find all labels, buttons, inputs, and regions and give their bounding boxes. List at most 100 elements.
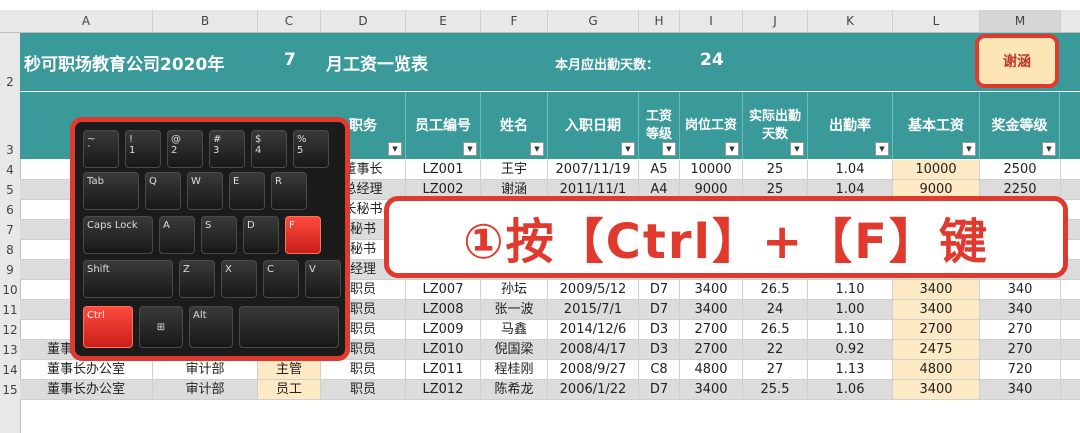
cell-name[interactable]: 程桂刚 [481,360,548,379]
cell-dept[interactable]: 董事长办公室 [20,360,153,379]
cell-base[interactable]: 3400 [893,380,980,399]
row-header-6[interactable]: 6 [0,203,20,217]
cell-name[interactable]: 王宇 [481,160,548,179]
filter-dropdown-icon[interactable]: ▼ [875,142,889,156]
column-header-A[interactable]: A [20,10,153,32]
cell-id[interactable]: LZ009 [406,320,481,339]
cell-post[interactable]: 4800 [680,360,743,379]
row-header-13[interactable]: 13 [0,343,20,357]
row-header-9[interactable]: 9 [0,263,20,277]
header-attendance-rate[interactable]: 出勤率 ▼ [808,92,893,159]
column-header-E[interactable]: E [406,10,481,32]
cell-grade[interactable]: C8 [639,360,680,379]
cell-post[interactable]: 3400 [680,380,743,399]
row-header-12[interactable]: 12 [0,323,20,337]
cell-post[interactable]: 2700 [680,340,743,359]
header-employee-id[interactable]: 员工编号 ▼ [406,92,481,159]
cell-name[interactable]: 陈希龙 [481,380,548,399]
cell-date[interactable]: 2015/7/1 [548,300,639,319]
cell-days[interactable]: 27 [743,360,808,379]
column-header-M[interactable]: M [980,10,1061,32]
cell-grade[interactable]: D3 [639,340,680,359]
row-header-14[interactable]: 14 [0,363,20,377]
column-header-J[interactable]: J [743,10,808,32]
cell-rate[interactable]: 1.10 [808,320,893,339]
row-header-11[interactable]: 11 [0,303,20,317]
cell-role[interactable]: 职员 [321,360,406,379]
cell-base[interactable]: 4800 [893,360,980,379]
row-header-8[interactable]: 8 [0,243,20,257]
cell-post[interactable]: 10000 [680,160,743,179]
cell-date[interactable]: 2006/1/22 [548,380,639,399]
cell-dept[interactable]: 董事长办公室 [20,380,153,399]
cell-date[interactable]: 2008/4/17 [548,340,639,359]
cell-rate[interactable]: 1.06 [808,380,893,399]
column-header-G[interactable]: G [548,10,639,32]
column-header-F[interactable]: F [481,10,548,32]
cell-sub[interactable]: 审计部 [153,360,258,379]
cell-grade[interactable]: D7 [639,280,680,299]
cell-level[interactable]: 员工 [258,380,321,399]
cell-id[interactable]: LZ008 [406,300,481,319]
cell-post[interactable]: 3400 [680,280,743,299]
cell-name[interactable]: 孙坛 [481,280,548,299]
row-header-5[interactable]: 5 [0,183,20,197]
header-base-salary[interactable]: 基本工资 ▼ [893,92,980,159]
header-bonus-grade[interactable]: 奖金等级 ▼ [980,92,1060,159]
filter-dropdown-icon[interactable]: ▼ [530,142,544,156]
cell-name[interactable]: 倪国梁 [481,340,548,359]
cell-level[interactable]: 主管 [258,360,321,379]
cell-bonus[interactable]: 340 [980,280,1061,299]
cell-grade[interactable]: D7 [639,380,680,399]
cell-date[interactable]: 2014/12/6 [548,320,639,339]
cell-days[interactable]: 22 [743,340,808,359]
column-header-H[interactable]: H [639,10,680,32]
header-grade[interactable]: 工资等级 ▼ [639,92,680,159]
cell-days[interactable]: 25.5 [743,380,808,399]
cell-name[interactable]: 马鑫 [481,320,548,339]
cell-rate[interactable]: 0.92 [808,340,893,359]
cell-days[interactable]: 26.5 [743,320,808,339]
cell-base[interactable]: 10000 [893,160,980,179]
cell-base[interactable]: 3400 [893,280,980,299]
cell-base[interactable]: 3400 [893,300,980,319]
cell-rate[interactable]: 1.13 [808,360,893,379]
row-header-2[interactable]: 2 [0,75,20,89]
cell-bonus[interactable]: 720 [980,360,1061,379]
filter-dropdown-icon[interactable]: ▼ [962,142,976,156]
filter-dropdown-icon[interactable]: ▼ [463,142,477,156]
cell-date[interactable]: 2009/5/12 [548,280,639,299]
cell-rate[interactable]: 1.00 [808,300,893,319]
cell-days[interactable]: 24 [743,300,808,319]
cell-date[interactable]: 2008/9/27 [548,360,639,379]
filter-dropdown-icon[interactable]: ▼ [1042,142,1056,156]
cell-bonus[interactable]: 340 [980,300,1061,319]
cell-bonus[interactable]: 2500 [980,160,1061,179]
header-hire-date[interactable]: 入职日期 ▼ [548,92,639,159]
cell-base[interactable]: 2700 [893,320,980,339]
column-header-I[interactable]: I [680,10,743,32]
filter-dropdown-icon[interactable]: ▼ [790,142,804,156]
header-actual-days[interactable]: 实际出勤天数 ▼ [743,92,808,159]
cell-id[interactable]: LZ010 [406,340,481,359]
filter-dropdown-icon[interactable]: ▼ [662,142,676,156]
cell-base[interactable]: 2475 [893,340,980,359]
row-header-3[interactable]: 3 [0,143,20,157]
highlighted-name-cell[interactable]: 谢涵 [975,34,1059,88]
cell-days[interactable]: 25 [743,160,808,179]
cell-grade[interactable]: D7 [639,300,680,319]
cell-id[interactable]: LZ001 [406,160,481,179]
row-header-4[interactable]: 4 [0,163,20,177]
cell-days[interactable]: 26.5 [743,280,808,299]
column-header-L[interactable]: L [893,10,980,32]
header-post-salary[interactable]: 岗位工资 ▼ [680,92,743,159]
cell-bonus[interactable]: 270 [980,320,1061,339]
cell-name[interactable]: 张一波 [481,300,548,319]
cell-grade[interactable]: A5 [639,160,680,179]
cell-grade[interactable]: D3 [639,320,680,339]
cell-post[interactable]: 3400 [680,300,743,319]
row-header-7[interactable]: 7 [0,223,20,237]
cell-date[interactable]: 2007/11/19 [548,160,639,179]
filter-dropdown-icon[interactable]: ▼ [388,142,402,156]
cell-bonus[interactable]: 340 [980,380,1061,399]
